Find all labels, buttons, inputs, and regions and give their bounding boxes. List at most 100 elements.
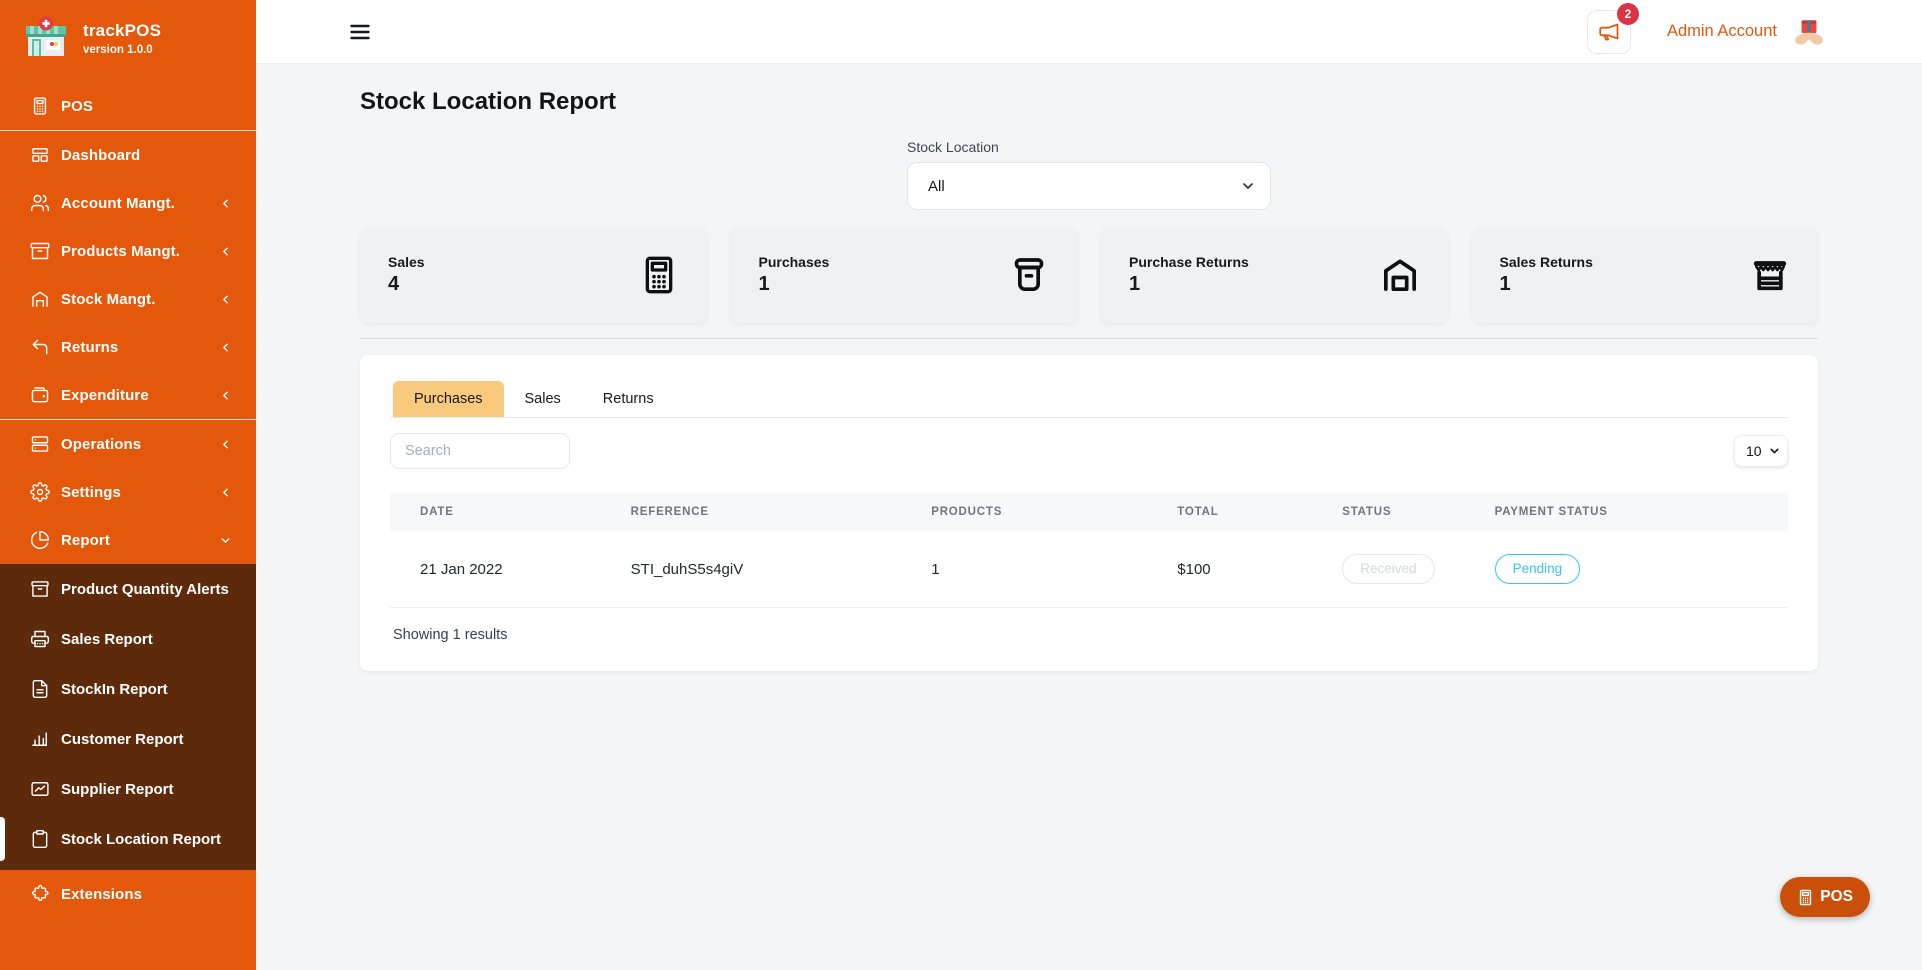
chevron-left-icon	[219, 438, 232, 451]
sidebar-item-label: Products Mangt.	[61, 243, 180, 260]
sidebar-item-label: Dashboard	[61, 147, 140, 164]
column-header-status: STATUS	[1332, 493, 1484, 531]
sidebar-item-report[interactable]: Report	[0, 516, 256, 564]
sidebar-item-label: Account Mangt.	[61, 195, 175, 212]
card-value: 1	[759, 273, 830, 296]
card-value: 1	[1500, 273, 1593, 296]
per-page-select[interactable]: 10	[1734, 435, 1788, 467]
avatar	[1792, 15, 1826, 49]
sidebar-item-customer-report[interactable]: Customer Report	[0, 714, 256, 764]
bar-chart-icon	[30, 729, 50, 749]
summary-cards: Sales 4 Purchases 1	[360, 227, 1818, 323]
gear-icon	[30, 482, 50, 502]
sidebar-item-label: Customer Report	[61, 731, 184, 748]
status-badge: Received	[1342, 554, 1434, 584]
sidebar-item-label: Stock Location Report	[61, 831, 221, 848]
calculator-icon	[1797, 889, 1814, 906]
sidebar-item-label: StockIn Report	[61, 681, 168, 698]
cell-products: 1	[921, 531, 1167, 608]
dashboard-icon	[30, 145, 50, 165]
stock-location-filter: Stock Location All	[907, 139, 1271, 210]
sidebar-item-stockin-report[interactable]: StockIn Report	[0, 664, 256, 714]
sidebar-item-label: Expenditure	[61, 387, 149, 404]
sidebar-item-supplier-report[interactable]: Supplier Report	[0, 764, 256, 814]
sidebar-item-label: Stock Mangt.	[61, 291, 156, 308]
chevron-left-icon	[219, 197, 232, 210]
sidebar-item-dashboard[interactable]: Dashboard	[0, 131, 256, 179]
column-header-payment-status: PAYMENT STATUS	[1485, 493, 1788, 531]
users-icon	[30, 193, 50, 213]
sidebar-item-products-mangt[interactable]: Products Mangt.	[0, 227, 256, 275]
sidebar-item-operations[interactable]: Operations	[0, 420, 256, 468]
chevron-left-icon	[219, 341, 232, 354]
cash-register-icon	[30, 629, 50, 649]
sidebar-item-label: Product Quantity Alerts	[61, 581, 229, 598]
chevron-left-icon	[219, 245, 232, 258]
main-area: 2 Admin Account Stock Location Report St…	[256, 0, 1922, 970]
card-value: 4	[388, 273, 425, 296]
warehouse-icon	[1380, 255, 1420, 295]
warehouse-icon	[30, 289, 50, 309]
file-text-icon	[30, 679, 50, 699]
section-divider	[360, 338, 1818, 339]
column-header-products: PRODUCTS	[921, 493, 1167, 531]
sidebar-nav: POS Dashboard Account Mangt. Products Ma…	[0, 82, 256, 918]
page-title: Stock Location Report	[360, 88, 1818, 116]
storefront-icon	[1750, 255, 1790, 295]
results-summary: Showing 1 results	[390, 627, 1788, 643]
report-submenu: Product Quantity Alerts Sales Report Sto…	[0, 564, 256, 870]
tab-returns[interactable]: Returns	[582, 381, 675, 417]
archive-icon	[30, 241, 50, 261]
tabs: Purchases Sales Returns	[390, 381, 1788, 418]
brand-version: version 1.0.0	[83, 44, 161, 56]
sidebar-item-label: Report	[61, 532, 110, 549]
tab-sales[interactable]: Sales	[504, 381, 582, 417]
puzzle-icon	[30, 884, 50, 904]
sidebar-item-stock-location-report[interactable]: Stock Location Report	[0, 814, 256, 864]
brand-name: trackPOS	[83, 21, 161, 41]
report-panel: Purchases Sales Returns 10 DATE REFERE	[360, 355, 1818, 671]
sidebar-item-account-mangt[interactable]: Account Mangt.	[0, 179, 256, 227]
cell-date: 21 Jan 2022	[390, 531, 621, 608]
card-value: 1	[1129, 273, 1249, 296]
sidebar-item-stock-mangt[interactable]: Stock Mangt.	[0, 275, 256, 323]
sidebar-item-pos[interactable]: POS	[0, 82, 256, 130]
sidebar-item-label: Returns	[61, 339, 118, 356]
menu-toggle-button[interactable]	[348, 20, 372, 44]
sidebar-item-label: Extensions	[61, 886, 142, 903]
cell-total: $100	[1167, 531, 1332, 608]
cell-reference: STI_duhS5s4giV	[621, 531, 922, 608]
return-arrow-icon	[30, 337, 50, 357]
account-menu[interactable]: Admin Account	[1667, 15, 1826, 49]
sidebar-item-sales-report[interactable]: Sales Report	[0, 614, 256, 664]
topbar: 2 Admin Account	[256, 0, 1922, 64]
cell-payment-status: Pending	[1485, 531, 1788, 608]
clipboard-icon	[30, 829, 50, 849]
megaphone-icon	[1597, 20, 1621, 44]
brand: trackPOS version 1.0.0	[0, 0, 256, 68]
stock-location-select[interactable]: All	[907, 162, 1271, 210]
column-header-reference: REFERENCE	[621, 493, 922, 531]
calculator-icon	[639, 255, 679, 295]
tab-purchases[interactable]: Purchases	[393, 381, 504, 417]
summary-card-sales: Sales 4	[360, 227, 707, 323]
sidebar-item-label: Operations	[61, 436, 141, 453]
archive-icon	[30, 579, 50, 599]
column-header-date: DATE	[390, 493, 621, 531]
chevron-left-icon	[219, 293, 232, 306]
jar-icon	[1009, 255, 1049, 295]
summary-card-sales-returns: Sales Returns 1	[1472, 227, 1819, 323]
payment-status-badge: Pending	[1495, 554, 1581, 584]
sidebar-item-label: Settings	[61, 484, 121, 501]
sidebar-item-settings[interactable]: Settings	[0, 468, 256, 516]
sidebar-item-expenditure[interactable]: Expenditure	[0, 371, 256, 419]
table-row[interactable]: 21 Jan 2022 STI_duhS5s4giV 1 $100 Receiv…	[390, 531, 1788, 608]
card-label: Purchase Returns	[1129, 254, 1249, 270]
pos-floating-button[interactable]: POS	[1780, 877, 1870, 917]
list-controls: 10	[390, 433, 1788, 469]
search-input[interactable]	[390, 433, 570, 469]
sidebar-item-returns[interactable]: Returns	[0, 323, 256, 371]
sidebar-item-product-quantity-alerts[interactable]: Product Quantity Alerts	[0, 564, 256, 614]
notifications-button[interactable]: 2	[1587, 10, 1631, 54]
sidebar-item-extensions[interactable]: Extensions	[0, 870, 256, 918]
